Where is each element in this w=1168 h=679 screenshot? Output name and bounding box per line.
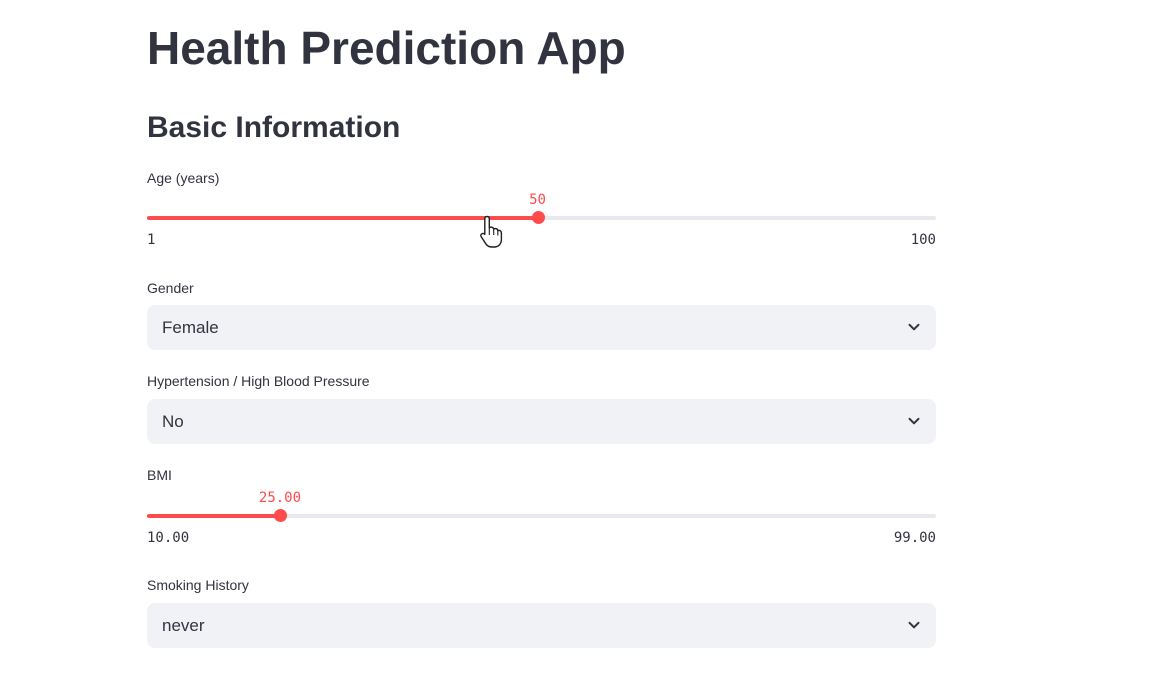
gender-label: Gender (147, 280, 194, 296)
age-slider-thumb[interactable] (531, 211, 545, 224)
bmi-slider[interactable]: 25.00 10.00 99.00 (147, 490, 936, 546)
smoking-history-select-value: never (162, 616, 205, 635)
age-slider-min: 1 (147, 232, 156, 248)
gender-select-value: Female (162, 318, 219, 337)
bmi-slider-max: 99.00 (893, 530, 936, 546)
bmi-slider-track[interactable] (147, 514, 936, 518)
bmi-slider-thumb[interactable] (273, 509, 287, 522)
age-slider-fill (147, 216, 538, 220)
smoking-history-select[interactable]: never (147, 603, 936, 648)
section-title-basic-information: Basic Information (147, 111, 401, 144)
hypertension-select-value: No (162, 412, 184, 431)
age-slider-value: 50 (529, 192, 546, 208)
chevron-down-icon (908, 417, 920, 425)
hypertension-select[interactable]: No (147, 399, 936, 444)
chevron-down-icon (908, 621, 920, 629)
smoking-history-label: Smoking History (147, 577, 249, 593)
bmi-slider-min: 10.00 (147, 530, 190, 546)
age-slider[interactable]: 50 1 100 (147, 192, 936, 248)
chevron-down-icon (908, 323, 920, 331)
bmi-label: BMI (147, 467, 172, 483)
age-label: Age (years) (147, 170, 220, 186)
bmi-slider-fill (147, 514, 280, 518)
gender-select[interactable]: Female (147, 305, 936, 350)
hypertension-label: Hypertension / High Blood Pressure (147, 373, 370, 389)
bmi-slider-value: 25.00 (258, 490, 302, 506)
age-slider-max: 100 (910, 232, 936, 248)
page-title: Health Prediction App (147, 22, 626, 74)
